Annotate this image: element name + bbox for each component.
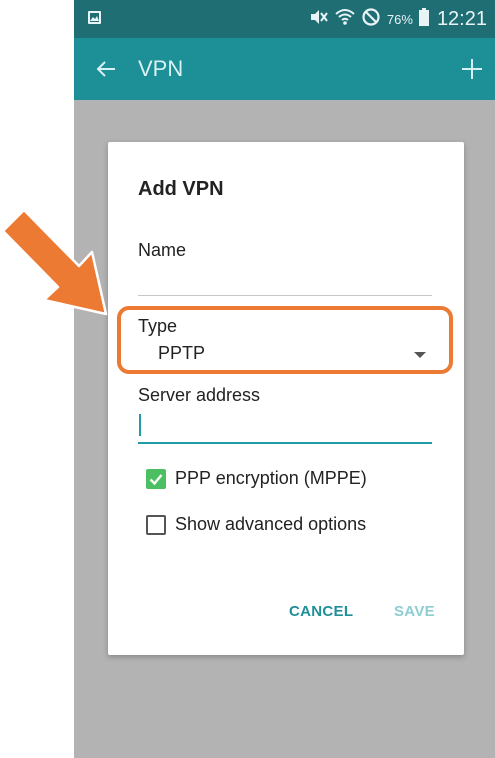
blocked-icon — [361, 7, 381, 32]
name-field[interactable] — [138, 295, 432, 296]
add-vpn-icon[interactable] — [457, 54, 487, 84]
show-advanced-label: Show advanced options — [175, 514, 367, 534]
show-advanced-option[interactable]: Show advanced options — [146, 514, 366, 535]
battery-percent: 76% — [386, 11, 413, 27]
text-cursor — [139, 414, 141, 436]
status-icons: 76% 12:21 — [309, 6, 487, 32]
server-address-label: Server address — [138, 385, 261, 405]
clock: 12:21 — [436, 7, 487, 30]
phone-screen: 76% 12:21 VPN Add VPN Name Type PPTP Ser… — [74, 0, 495, 758]
wifi-icon — [335, 8, 355, 31]
dialog-title: Add VPN — [138, 178, 224, 200]
app-bar: VPN — [74, 38, 495, 100]
server-address-input[interactable] — [138, 410, 432, 444]
app-bar-title: VPN — [138, 56, 184, 81]
add-vpn-dialog: Add VPN Name Type PPTP Server address PP… — [108, 142, 464, 655]
back-arrow-icon[interactable] — [92, 55, 120, 83]
type-highlight-box — [117, 306, 453, 374]
status-bar: 76% 12:21 — [74, 0, 495, 38]
name-label: Name — [138, 240, 187, 260]
save-button[interactable]: SAVE — [394, 603, 435, 620]
ppp-encryption-label: PPP encryption (MPPE) — [175, 468, 367, 488]
cancel-button[interactable]: CANCEL — [289, 603, 353, 620]
checkbox-unchecked-icon[interactable] — [146, 514, 166, 535]
ppp-encryption-option[interactable]: PPP encryption (MPPE) — [146, 468, 367, 489]
gallery-icon — [88, 11, 101, 24]
battery-icon — [418, 7, 429, 31]
checkbox-checked-icon[interactable] — [146, 468, 166, 489]
mute-icon — [309, 9, 329, 30]
